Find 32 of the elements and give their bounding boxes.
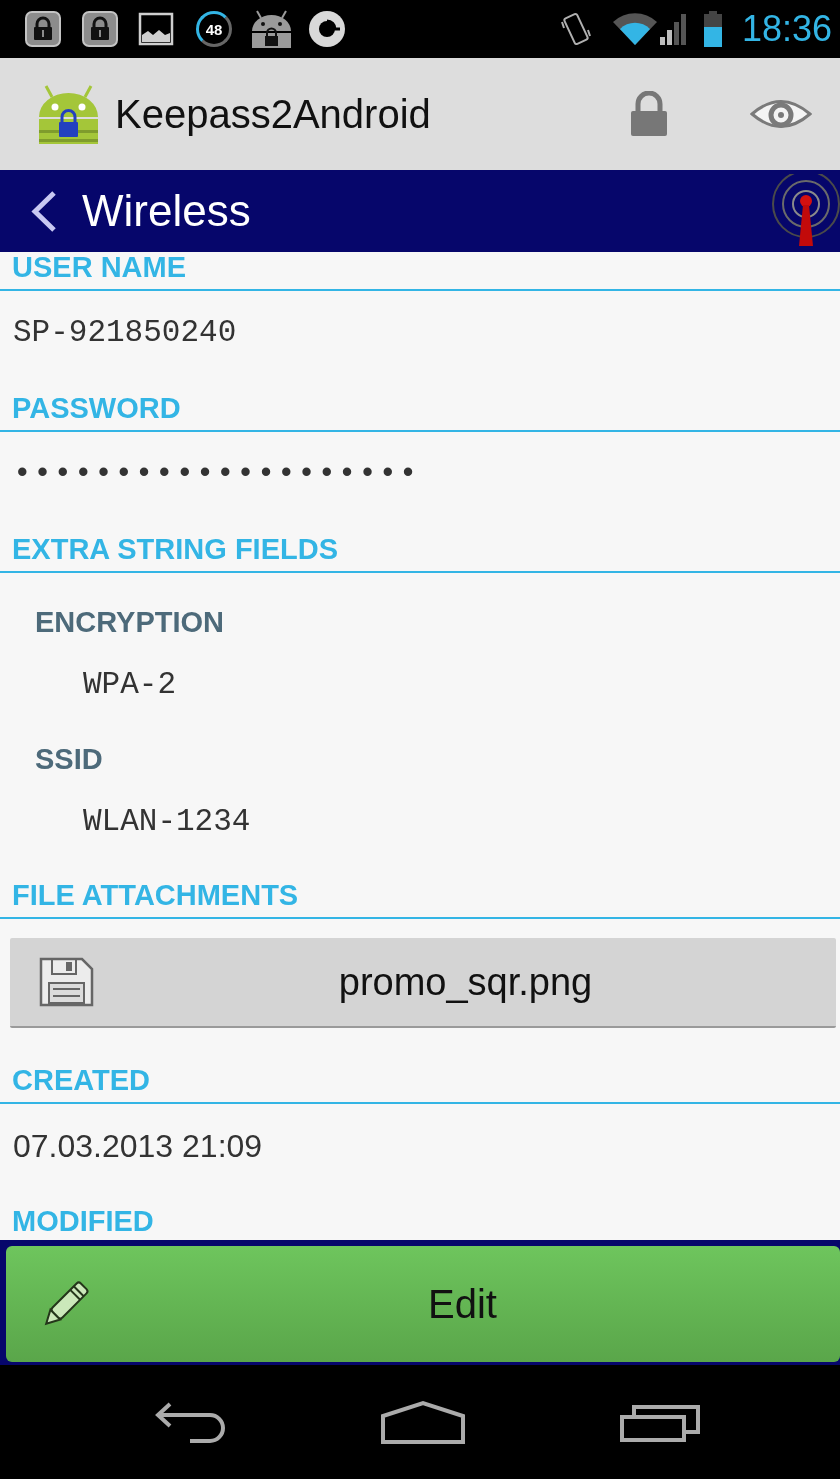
field-value: WPA-2	[83, 668, 176, 702]
section-heading: FILE ATTACHMENTS	[12, 880, 299, 910]
battery-icon	[701, 10, 724, 48]
field-value: SP-921850240	[13, 316, 237, 350]
password-value: ••••••••••••••••••••	[13, 457, 420, 491]
edit-button[interactable]: Edit	[6, 1246, 840, 1362]
status-time: 18:36	[741, 11, 832, 47]
lock-notification-icon	[82, 11, 118, 47]
robot-lock-icon	[249, 9, 294, 49]
section-heading: PASSWORD	[12, 393, 181, 423]
field-label: SSID	[35, 744, 103, 774]
section-heading: MODIFIED	[12, 1206, 154, 1236]
ring-icon	[307, 9, 347, 49]
signal-icon	[657, 11, 688, 47]
notification-count-badge: 48	[196, 11, 232, 47]
field-label: ENCRYPTION	[35, 607, 225, 637]
wifi-icon	[611, 11, 658, 47]
date-value: 07.03.2013 21:09	[13, 1129, 263, 1163]
section-heading: CREATED	[12, 1065, 151, 1095]
image-icon	[138, 11, 174, 47]
vibrate-icon	[558, 10, 593, 48]
recents-icon[interactable]	[620, 1402, 700, 1442]
entry-title: Wireless	[82, 189, 251, 233]
back-chevron-icon[interactable]	[30, 189, 57, 233]
section-heading: EXTRA STRING FIELDS	[12, 534, 338, 564]
lock-icon[interactable]	[628, 91, 670, 137]
app-title: Keepass2Android	[115, 94, 431, 134]
home-icon[interactable]	[380, 1400, 466, 1444]
attachment-button[interactable]: promo_sqr.png	[10, 938, 836, 1028]
section-heading: USER NAME	[12, 252, 186, 282]
lock-notification-icon	[25, 11, 61, 47]
field-value: WLAN-1234	[83, 805, 251, 839]
